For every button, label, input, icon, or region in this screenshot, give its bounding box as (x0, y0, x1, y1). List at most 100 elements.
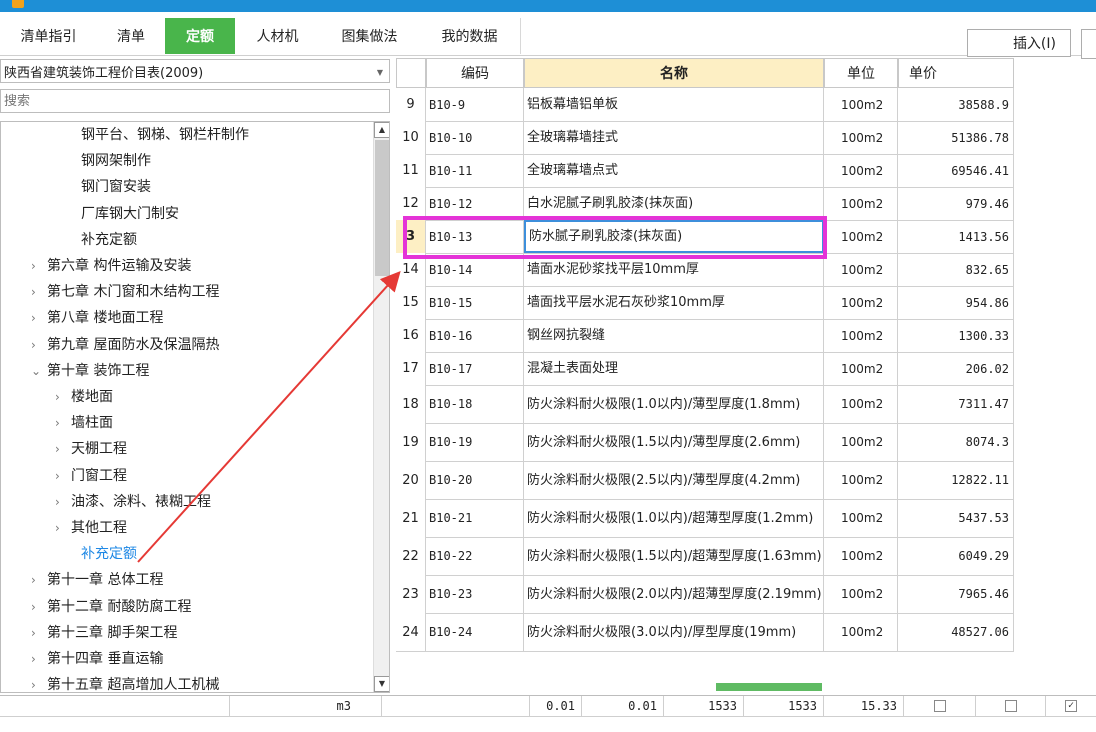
row-price[interactable]: 206.02 (898, 352, 1014, 385)
tree-item[interactable]: › 楼地面 (55, 386, 113, 408)
table-row[interactable]: 19 B10-19 防火涂料耐火极限(1.5以内)/薄型厚度(2.6mm) 100m2… (396, 423, 1014, 462)
chevron-down-icon[interactable]: ⌄ (31, 360, 47, 382)
splitter-handle[interactable] (716, 683, 822, 691)
chevron-right-icon[interactable]: › (55, 517, 71, 539)
row-price[interactable]: 1300.33 (898, 319, 1014, 352)
row-unit[interactable]: 100m2 (824, 461, 898, 499)
chevron-right-icon[interactable]: › (55, 412, 71, 434)
table-row[interactable]: 18 B10-18 防火涂料耐火极限(1.0以内)/薄型厚度(1.8mm) 100m2… (396, 385, 1014, 424)
chevron-right-icon[interactable]: › (31, 674, 47, 692)
table-row[interactable]: 10 B10-10 全玻璃幕墙挂式 100m2 51386.78 (396, 121, 1014, 155)
tree-item[interactable]: › 墙柱面 (55, 412, 113, 434)
row-code[interactable]: B10-14 (426, 253, 524, 286)
row-code[interactable]: B10-22 (426, 537, 524, 575)
row-name[interactable]: 全玻璃幕墙挂式 (524, 121, 824, 154)
row-code[interactable]: B10-20 (426, 461, 524, 499)
tree-item[interactable]: 补充定额 (81, 229, 137, 251)
row-name[interactable]: 防火涂料耐火极限(1.5以内)/薄型厚度(2.6mm) (524, 423, 824, 461)
tree-item[interactable]: 钢网架制作 (81, 150, 151, 172)
row-name[interactable]: 混凝土表面处理 (524, 352, 824, 385)
tab-quota[interactable]: 定额 (165, 18, 236, 54)
row-index[interactable]: 18 (396, 385, 426, 423)
row-unit[interactable]: 100m2 (824, 613, 898, 651)
row-index[interactable]: 21 (396, 499, 426, 537)
row-unit[interactable]: 100m2 (824, 352, 898, 385)
chevron-right-icon[interactable]: › (55, 386, 71, 408)
tree-item[interactable]: › 第十三章 脚手架工程 (31, 622, 177, 644)
tree-item[interactable]: 厂库钢大门制安 (81, 203, 179, 225)
tree-item[interactable]: › 第十一章 总体工程 (31, 569, 163, 591)
row-index[interactable]: 3 (396, 220, 426, 253)
row-code[interactable]: B10-16 (426, 319, 524, 352)
toolbar-extra-button[interactable] (1081, 29, 1096, 59)
checkbox-2[interactable] (1004, 700, 1017, 712)
row-name[interactable]: 墙面水泥砂浆找平层10mm厚 (524, 253, 824, 286)
scroll-down-icon[interactable]: ▼ (374, 676, 389, 692)
table-row[interactable]: 9 B10-9 铝板幕墙铝单板 100m2 38588.9 (396, 88, 1014, 122)
tab-my-data[interactable]: 我的数据 (419, 18, 521, 54)
row-unit[interactable]: 100m2 (824, 385, 898, 423)
chevron-right-icon[interactable]: › (55, 438, 71, 460)
price-list-select[interactable]: 陕西省建筑装饰工程价目表(2009) ▼ (0, 59, 390, 83)
row-name[interactable]: 防火涂料耐火极限(1.0以内)/超薄型厚度(1.2mm) (524, 499, 824, 537)
row-unit[interactable]: 100m2 (824, 154, 898, 187)
tab-labor-material[interactable]: 人材机 (235, 18, 321, 54)
row-code[interactable]: B10-19 (426, 423, 524, 461)
tree-item[interactable]: › 天棚工程 (55, 438, 127, 460)
chevron-right-icon[interactable]: › (55, 465, 71, 487)
row-index[interactable]: 22 (396, 537, 426, 575)
table-row[interactable]: 12 B10-12 白水泥腻子刷乳胶漆(抹灰面) 100m2 979.46 (396, 187, 1014, 221)
header-unit[interactable]: 单位 (824, 58, 898, 88)
tree-item[interactable]: › 第十五章 超高增加人工机械 (31, 674, 219, 692)
scroll-thumb[interactable] (375, 140, 389, 276)
tree-item[interactable]: 钢平台、钢梯、钢栏杆制作 (81, 124, 249, 146)
row-unit[interactable]: 100m2 (824, 575, 898, 613)
row-name[interactable]: 防火涂料耐火极限(1.5以内)/超薄型厚度(1.63mm) (524, 537, 824, 575)
row-code[interactable]: B10-9 (426, 88, 524, 121)
table-row[interactable]: 20 B10-20 防火涂料耐火极限(2.5以内)/薄型厚度(4.2mm) 100m2… (396, 461, 1014, 500)
row-price[interactable]: 12822.11 (898, 461, 1014, 499)
tree-item[interactable]: 钢门窗安装 (81, 176, 151, 198)
row-index[interactable]: 23 (396, 575, 426, 613)
chevron-right-icon[interactable]: › (31, 596, 47, 618)
row-code[interactable]: B10-10 (426, 121, 524, 154)
row-price[interactable]: 979.46 (898, 187, 1014, 220)
chevron-right-icon[interactable]: › (31, 281, 47, 303)
row-price[interactable]: 38588.9 (898, 88, 1014, 121)
chevron-right-icon[interactable]: › (31, 622, 47, 644)
row-price[interactable]: 8074.3 (898, 423, 1014, 461)
row-unit[interactable]: 100m2 (824, 423, 898, 461)
checkbox-3-checked[interactable]: ✓ (1065, 700, 1077, 712)
table-row[interactable]: 11 B10-11 全玻璃幕墙点式 100m2 69546.41 (396, 154, 1014, 188)
row-index[interactable]: 16 (396, 319, 426, 352)
tree-item[interactable]: › 第十四章 垂直运输 (31, 648, 163, 670)
row-code[interactable]: B10-15 (426, 286, 524, 319)
search-input[interactable] (0, 89, 390, 113)
row-price[interactable]: 954.86 (898, 286, 1014, 319)
row-price[interactable]: 832.65 (898, 253, 1014, 286)
row-price[interactable]: 6049.29 (898, 537, 1014, 575)
table-row[interactable]: 15 B10-15 墙面找平层水泥石灰砂浆10mm厚 100m2 954.86 (396, 286, 1014, 320)
tab-atlas-method[interactable]: 图集做法 (320, 18, 420, 54)
tree-scrollbar[interactable]: ▲ ▼ (373, 122, 389, 692)
row-index[interactable]: 14 (396, 253, 426, 286)
row-index[interactable]: 24 (396, 613, 426, 651)
header-price[interactable]: 单价 (898, 58, 1014, 88)
row-unit[interactable]: 100m2 (824, 499, 898, 537)
chevron-right-icon[interactable]: › (31, 569, 47, 591)
row-code[interactable]: B10-11 (426, 154, 524, 187)
row-name[interactable]: 白水泥腻子刷乳胶漆(抹灰面) (524, 187, 824, 220)
tree-item[interactable]: › 门窗工程 (55, 465, 127, 487)
detail-check-3[interactable]: ✓ (1046, 696, 1096, 717)
row-code[interactable]: B10-18 (426, 385, 524, 423)
row-unit[interactable]: 100m2 (824, 286, 898, 319)
scroll-up-icon[interactable]: ▲ (374, 122, 389, 138)
row-price[interactable]: 48527.06 (898, 613, 1014, 651)
row-name[interactable]: 全玻璃幕墙点式 (524, 154, 824, 187)
table-row[interactable]: 24 B10-24 防火涂料耐火极限(3.0以内)/厚型厚度(19mm) 100m2 4… (396, 613, 1014, 652)
row-unit[interactable]: 100m2 (824, 187, 898, 220)
row-code[interactable]: B10-24 (426, 613, 524, 651)
row-unit[interactable]: 100m2 (824, 88, 898, 121)
tree-item[interactable]: › 油漆、涂料、裱糊工程 (55, 491, 211, 513)
table-row[interactable]: 16 B10-16 钢丝网抗裂缝 100m2 1300.33 (396, 319, 1014, 353)
